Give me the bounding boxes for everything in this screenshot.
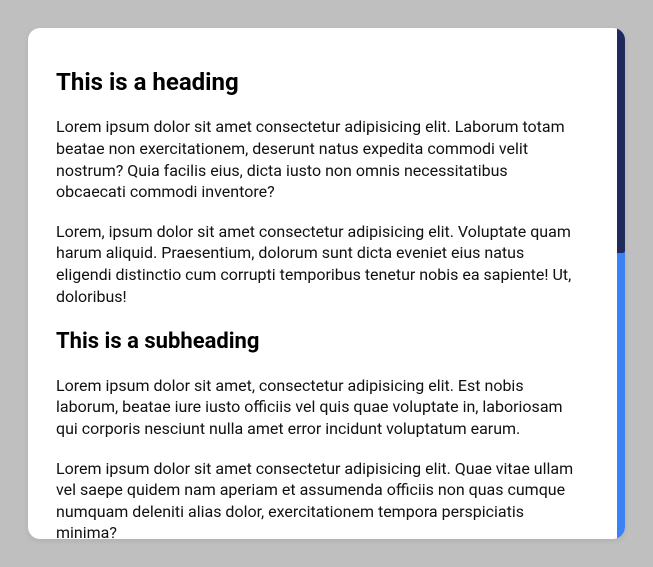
content-card: This is a heading Lorem ipsum dolor sit … — [28, 28, 625, 539]
scrollbar-track[interactable] — [617, 28, 625, 539]
paragraph-3: Lorem ipsum dolor sit amet, consectetur … — [56, 375, 577, 440]
sub-heading: This is a subheading — [56, 327, 577, 357]
paragraph-4: Lorem ipsum dolor sit amet consectetur a… — [56, 458, 577, 539]
main-heading: This is a heading — [56, 66, 577, 98]
content-area: This is a heading Lorem ipsum dolor sit … — [28, 28, 625, 539]
scrollbar-thumb[interactable] — [617, 28, 625, 253]
paragraph-2: Lorem, ipsum dolor sit amet consectetur … — [56, 221, 577, 307]
paragraph-1: Lorem ipsum dolor sit amet consectetur a… — [56, 116, 577, 202]
